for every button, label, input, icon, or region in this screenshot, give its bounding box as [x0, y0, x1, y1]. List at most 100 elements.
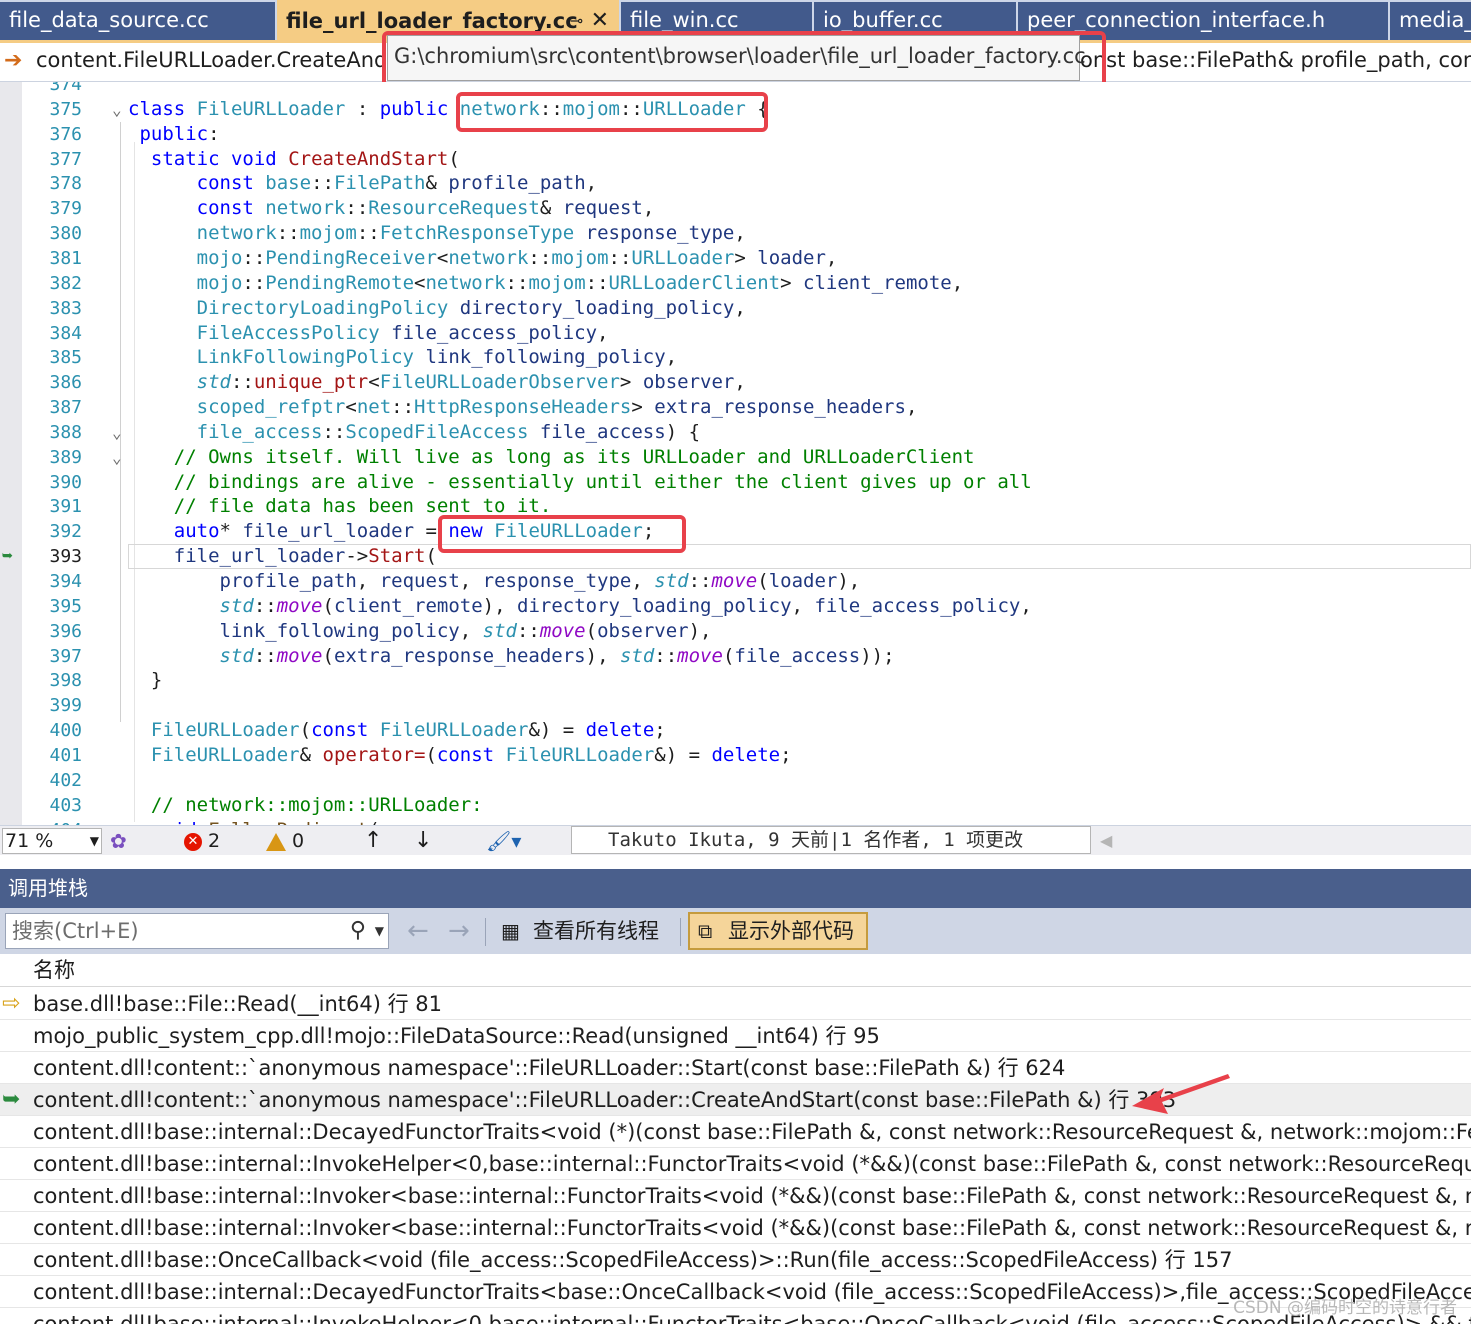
- code-line[interactable]: 388 ⌄ file_access::ScopedFileAccess file_…: [0, 420, 1471, 445]
- line-number: 388: [49, 421, 82, 443]
- show-external-code-button[interactable]: ⧉ 显示外部代码: [688, 912, 868, 950]
- warning-icon: [266, 832, 286, 851]
- code-line[interactable]: 391 // file data has been sent to it.: [0, 494, 1471, 519]
- column-header-name[interactable]: 名称: [0, 954, 1471, 987]
- code-line[interactable]: 396 link_following_policy, std::move(obs…: [0, 619, 1471, 644]
- line-number: 384: [49, 322, 82, 344]
- tab-media[interactable]: media_: [1390, 2, 1471, 40]
- code-line[interactable]: 394 profile_path, request, response_type…: [0, 569, 1471, 594]
- line-number: 397: [49, 645, 82, 667]
- arrow-right-icon: ➔: [4, 48, 23, 73]
- line-number: 382: [49, 272, 82, 294]
- line-number: 401: [49, 744, 82, 766]
- fold-toggle-icon[interactable]: ⌄: [112, 97, 122, 122]
- code-text: mojo::PendingReceiver<network::mojom::UR…: [196, 246, 838, 269]
- chevron-down-icon[interactable]: ▼: [375, 914, 384, 948]
- code-line[interactable]: 390 // bindings are alive - essentially …: [0, 470, 1471, 495]
- search-placeholder: 搜索(Ctrl+E): [12, 919, 139, 943]
- code-line[interactable]: 379 const network::ResourceRequest& requ…: [0, 196, 1471, 221]
- code-text: // network::mojom::URLLoader:: [150, 793, 483, 816]
- code-text: network::mojom::FetchResponseType respon…: [196, 222, 746, 245]
- highlight-box-new-expression: [438, 515, 686, 553]
- code-line[interactable]: 382 mojo::PendingRemote<network::mojom::…: [0, 271, 1471, 296]
- code-cleanup-icon[interactable]: 🖌▾: [486, 829, 521, 853]
- scroll-left-icon[interactable]: ◀: [1100, 829, 1112, 853]
- tab-file-data-source[interactable]: file_data_source.cc: [0, 2, 275, 40]
- zoom-select[interactable]: 71 % ▼: [2, 828, 102, 854]
- code-text: std::unique_ptr<FileURLLoaderObserver> o…: [196, 371, 746, 394]
- line-number: 377: [49, 148, 82, 170]
- code-line[interactable]: 398 }: [0, 668, 1471, 693]
- highlight-box-base-class: [456, 92, 768, 132]
- search-icon[interactable]: ⚲: [350, 914, 366, 948]
- editor-status-strip: 71 % ▼ ✿ ✕ 2 0 ↑ ↓ 🖌▾ Takuto Ikuta, 9 天前|…: [0, 825, 1471, 855]
- error-count[interactable]: ✕ 2: [184, 829, 220, 853]
- callstack-frame-row[interactable]: content.dll!base::OnceCallback<void (fil…: [0, 1244, 1471, 1276]
- code-line[interactable]: 383 DirectoryLoadingPolicy directory_loa…: [0, 296, 1471, 321]
- code-line[interactable]: 395 std::move(client_remote), directory_…: [0, 594, 1471, 619]
- code-line[interactable]: 387 scoped_refptr<net::HttpResponseHeade…: [0, 395, 1471, 420]
- callstack-frame-row[interactable]: content.dll!base::internal::InvokeHelper…: [0, 1148, 1471, 1180]
- tab-label: file_win.cc: [630, 8, 739, 32]
- callstack-frame-row[interactable]: ➥ content.dll!content::`anonymous namespa…: [0, 1084, 1471, 1116]
- intellicode-icon[interactable]: ✿: [110, 829, 127, 853]
- member-dropdown[interactable]: content.FileURLLoader.CreateAndS: [36, 48, 386, 72]
- code-line[interactable]: 400 FileURLLoader(const FileURLLoader&) …: [0, 718, 1471, 743]
- callstack-frame-row[interactable]: content.dll!content::`anonymous namespac…: [0, 1052, 1471, 1084]
- callstack-frame-row[interactable]: content.dll!base::internal::DecayedFunct…: [0, 1116, 1471, 1148]
- code-line[interactable]: 399: [0, 693, 1471, 718]
- line-number: 393: [49, 546, 82, 568]
- code-editor[interactable]: 374 375 ⌄ class FileURLLoader : public netw…: [0, 82, 1471, 825]
- arrow-right-icon[interactable]: →: [448, 916, 470, 946]
- line-number: 402: [49, 769, 82, 791]
- code-text: LinkFollowingPolicy link_following_polic…: [196, 346, 678, 369]
- member-signature: onst base::FilePath& profile_path, cons: [1080, 48, 1471, 72]
- code-line[interactable]: 386 std::unique_ptr<FileURLLoaderObserve…: [0, 370, 1471, 395]
- code-line[interactable]: 381 mojo::PendingReceiver<network::mojom…: [0, 246, 1471, 271]
- line-number: 387: [49, 397, 82, 419]
- code-line[interactable]: 401 FileURLLoader& operator=(const FileU…: [0, 743, 1471, 768]
- code-line[interactable]: 402: [0, 768, 1471, 793]
- line-number: 379: [49, 198, 82, 220]
- code-text: }: [128, 669, 163, 692]
- callstack-search-input[interactable]: 搜索(Ctrl+E) ⚲ ▼: [5, 913, 389, 949]
- arrow-down-icon[interactable]: ↓: [414, 829, 432, 853]
- code-line[interactable]: 377 static void CreateAndStart(: [0, 147, 1471, 172]
- zoom-value: 71 %: [5, 830, 54, 852]
- callstack-frame-row[interactable]: content.dll!base::internal::Invoker<base…: [0, 1180, 1471, 1212]
- callstack-frame-row[interactable]: content.dll!base::internal::Invoker<base…: [0, 1212, 1471, 1244]
- code-line[interactable]: 404 void FollowRedirect(: [0, 818, 1471, 826]
- code-text: // Owns itself. Will live as long as its…: [173, 445, 975, 468]
- callstack-toolbar: 搜索(Ctrl+E) ⚲ ▼ ← → ▦ 查看所有线程 ⧉ 显示外部代码: [0, 908, 1471, 954]
- callstack-panel-title: 调用堆栈: [0, 869, 1471, 908]
- code-line[interactable]: 397 std::move(extra_response_headers), s…: [0, 644, 1471, 669]
- fold-toggle-icon[interactable]: ⌄: [112, 445, 122, 470]
- callstack-frame-row[interactable]: mojo_public_system_cpp.dll!mojo::FileDat…: [0, 1020, 1471, 1052]
- arrow-up-icon[interactable]: ↑: [364, 829, 382, 853]
- return-frame-arrow-icon: ➥: [2, 1087, 21, 1112]
- arrow-left-icon[interactable]: ←: [407, 916, 429, 946]
- code-text: DirectoryLoadingPolicy directory_loading…: [196, 296, 746, 319]
- warning-count[interactable]: 0: [266, 829, 304, 853]
- code-line[interactable]: 380 network::mojom::FetchResponseType re…: [0, 221, 1471, 246]
- code-line[interactable]: 403 // network::mojom::URLLoader:: [0, 793, 1471, 818]
- view-all-threads-button[interactable]: ▦ 查看所有线程: [497, 913, 659, 949]
- fold-toggle-icon[interactable]: ⌄: [112, 420, 122, 445]
- code-line[interactable]: 378 const base::FilePath& profile_path,: [0, 171, 1471, 196]
- frame-name: content.dll!base::internal::Invoker<base…: [33, 1216, 1471, 1240]
- line-number: 398: [49, 670, 82, 692]
- code-line[interactable]: 393 ➥ file_url_loader->Start(: [0, 544, 1471, 569]
- code-line[interactable]: 389 ⌄ // Owns itself. Will live as long a…: [0, 445, 1471, 470]
- callstack-frame-row[interactable]: ⇨ base.dll!base::File::Read(__int64) 行 81: [0, 988, 1471, 1020]
- line-number: 394: [49, 571, 82, 592]
- frame-name: content.dll!base::OnceCallback<void (fil…: [33, 1248, 1233, 1272]
- code-text: std::move(client_remote), directory_load…: [219, 594, 1032, 617]
- git-blame-info[interactable]: Takuto Ikuta, 9 天前|1 名作者, 1 项更改: [571, 826, 1091, 854]
- tab-label: media_: [1399, 8, 1471, 32]
- code-text: // bindings are alive - essentially unti…: [173, 470, 1032, 493]
- code-line[interactable]: 385 LinkFollowingPolicy link_following_p…: [0, 345, 1471, 370]
- watermark-text: CSDN @编码时空的诗意行者: [1233, 1298, 1457, 1318]
- frame-name: content.dll!base::internal::Invoker<base…: [33, 1184, 1471, 1208]
- code-line[interactable]: 384 FileAccessPolicy file_access_policy,: [0, 321, 1471, 346]
- code-line[interactable]: 392 auto* file_url_loader = new FileURLL…: [0, 519, 1471, 544]
